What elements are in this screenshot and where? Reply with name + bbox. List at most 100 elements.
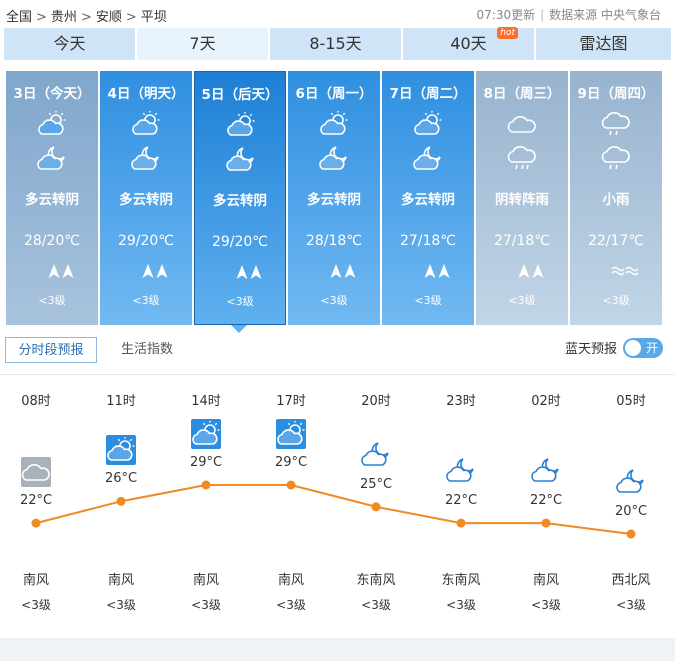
tab-label: 8-15天 (309, 34, 362, 53)
hour-wind-level: <3级 (106, 598, 136, 612)
day-card[interactable]: 6日（周一） 多云转阴 28/18℃ <3级 (288, 71, 380, 325)
tab-today[interactable]: 今天 (4, 28, 135, 60)
hour-wind-level: <3级 (21, 598, 51, 612)
hourly-forecast: 08时 22°C 南风 <3级 11时 26°C 南风 <3级 14时 29°C… (0, 376, 675, 638)
breadcrumb-item[interactable]: 全国 (6, 10, 32, 25)
tab-40days[interactable]: 40天 hot (403, 27, 534, 60)
day-date: 6日（周一） (295, 86, 373, 102)
variable-wind-icon (611, 263, 625, 281)
north-wind-icon (47, 264, 61, 283)
day-weather: 多云转阴 (401, 192, 455, 208)
hour-label: 14时 (191, 394, 221, 409)
north-wind-icon (141, 264, 155, 283)
day-temperature: 27/18℃ (493, 233, 551, 249)
cloudy-night-icon (361, 441, 391, 471)
tab-label: 7天 (189, 34, 216, 53)
partly-cloudy-day-icon (191, 419, 221, 449)
day-card[interactable]: 3日（今天） 多云转阴 28/20℃ <3级 (6, 71, 98, 325)
north-wind-icon (155, 264, 169, 283)
tab-8-15days[interactable]: 8-15天 (270, 28, 401, 60)
hour-temperature: 29°C (274, 455, 308, 470)
hour-wind-direction: 南风 (277, 573, 304, 588)
breadcrumb: 全国 > 贵州 > 安顺 > 平坝 (6, 6, 167, 25)
day-temperature: 29/20℃ (211, 234, 269, 250)
tab-label: 今天 (53, 34, 86, 53)
hour-temperature: 29°C (189, 455, 223, 470)
temperature-point (456, 518, 466, 528)
cloudy-night-icon (446, 457, 476, 487)
partly-cloudy-day-icon (37, 110, 67, 141)
temperature-point (201, 480, 211, 490)
day-wind-level: <3级 (414, 294, 442, 307)
hour-wind-level: <3级 (191, 598, 221, 612)
north-wind-icon (249, 265, 263, 284)
day-temperature: 29/20℃ (117, 233, 175, 249)
hour-wind-level: <3级 (446, 598, 476, 612)
hour-temperature: 20°C (614, 504, 648, 519)
day-card[interactable]: 9日（周四） 小雨 22/17℃ <3级 (570, 71, 662, 325)
partly-cloudy-day-icon (131, 110, 161, 141)
tab-hourly-forecast[interactable]: 分时段预报 (5, 337, 97, 363)
day-card[interactable]: 5日（后天） 多云转阴 29/20℃ <3级 (194, 71, 286, 325)
day-wind-level: <3级 (320, 294, 348, 307)
day-date: 9日（周四） (577, 86, 655, 102)
footer-bar (0, 638, 675, 661)
blue-sky-label: 蓝天预报 (564, 342, 617, 357)
day-weather: 多云转阴 (25, 192, 79, 208)
update-time: 07:30更新 (476, 8, 536, 22)
temperature-point (31, 518, 41, 528)
north-wind-icon (517, 264, 531, 283)
north-wind-icon (437, 264, 451, 283)
day-date: 4日（明天） (107, 86, 185, 102)
wind-direction-icons (476, 263, 568, 283)
day-wind-level: <3级 (602, 294, 630, 307)
wind-direction-icons (382, 263, 474, 283)
temperature-point (541, 518, 551, 528)
north-wind-icon (531, 264, 545, 283)
cloudy-night-icon (616, 468, 646, 498)
day-date: 3日（今天） (13, 86, 91, 102)
wind-direction-icons (288, 263, 380, 283)
tab-radar[interactable]: 雷达图 (536, 28, 671, 60)
tab-7days[interactable]: 7天 (137, 28, 268, 60)
north-wind-icon (61, 264, 75, 283)
breadcrumb-separator: > (36, 10, 47, 25)
hour-wind-direction: 南风 (192, 573, 219, 588)
hour-label: 20时 (361, 394, 391, 409)
variable-wind-icon (625, 263, 639, 281)
north-wind-icon (343, 264, 357, 283)
cloudy-icon (21, 457, 51, 488)
hour-wind-direction: 南风 (107, 573, 134, 588)
hour-label: 05时 (616, 394, 646, 409)
hour-wind-direction: 东南风 (356, 573, 396, 588)
toggle-knob (625, 340, 641, 356)
hot-badge: hot (497, 27, 518, 39)
day-weather: 阴转阵雨 (495, 192, 549, 208)
forecast-tabs: 今天 7天 8-15天 40天 hot 雷达图 (4, 27, 671, 60)
breadcrumb-separator: > (80, 10, 92, 25)
hour-wind-level: <3级 (361, 598, 391, 612)
hour-temperature: 22°C (444, 493, 478, 509)
hour-temperature: 25°C (359, 476, 393, 492)
partly-cloudy-day-icon (106, 435, 136, 466)
hour-label: 23时 (446, 394, 476, 409)
temperature-point (116, 496, 126, 506)
day-temperature: 27/18℃ (399, 233, 457, 249)
tab-life-index[interactable]: 生活指数 (121, 337, 173, 363)
partly-cloudy-night-icon (226, 146, 256, 176)
day-card[interactable]: 7日（周二） 多云转阴 27/18℃ <3级 (382, 71, 474, 325)
day-card[interactable]: 8日（周三） 阴转阵雨 27/18℃ <3级 (476, 71, 568, 325)
hour-label: 02时 (531, 394, 561, 409)
hour-label: 17时 (276, 394, 306, 409)
temperature-point (371, 502, 381, 512)
day-card[interactable]: 4日（明天） 多云转阴 29/20℃ <3级 (100, 71, 192, 325)
hour-wind-level: <3级 (531, 598, 561, 612)
blue-sky-toggle[interactable]: 开 (623, 338, 663, 358)
breadcrumb-item[interactable]: 平坝 (141, 10, 167, 25)
hour-temperature: 26°C (104, 471, 138, 487)
breadcrumb-item[interactable]: 安顺 (96, 10, 122, 25)
light-rain-icon (601, 145, 631, 175)
breadcrumb-item[interactable]: 贵州 (51, 10, 77, 25)
day-wind-level: <3级 (132, 294, 160, 307)
day-weather: 多云转阴 (213, 193, 267, 209)
